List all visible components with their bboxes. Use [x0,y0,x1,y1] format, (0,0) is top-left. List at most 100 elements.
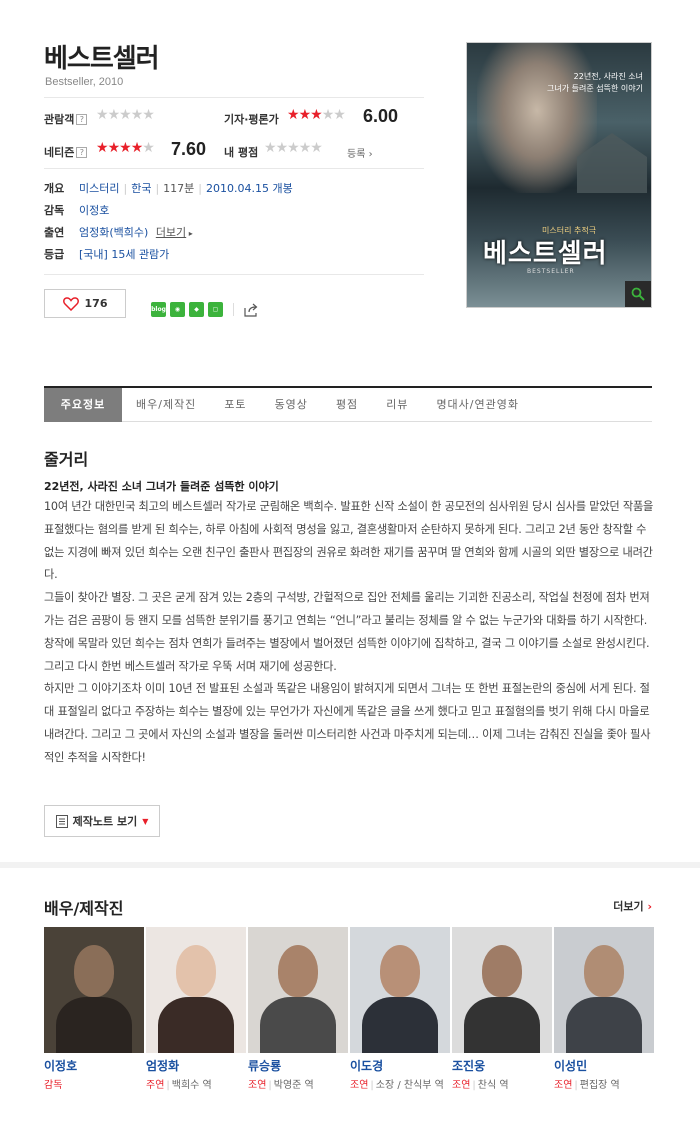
cast-photo[interactable] [248,927,348,1053]
cast-more-link[interactable]: 더보기 [156,226,186,239]
divider [233,303,234,316]
country-link[interactable]: 한국 [131,182,151,195]
tab-quotes-related[interactable]: 명대사/연관영화 [422,388,533,422]
overview-values: 미스터리 | 한국 | 117분 | 2010.04.15 개봉 [79,182,293,195]
star-icon: ★ [96,140,109,156]
kakao-story-share-icon[interactable]: ◆ [189,302,204,317]
divider [44,168,424,169]
cast-name[interactable]: 류승룡 [248,1057,281,1074]
cast-name[interactable]: 이도경 [350,1057,383,1074]
tab-cast[interactable]: 배우/제작진 [122,388,210,422]
synopsis-paragraph: 그들이 찾아간 별장. 그 곳은 굳게 잠겨 있는 2층의 구석방, 간헐적으로… [44,591,650,673]
help-icon[interactable]: ? [76,114,88,125]
star-icon: ★ [298,140,312,156]
star-icon: ★ [287,107,300,123]
cafe-share-icon[interactable]: ◉ [170,302,185,317]
cast-photo[interactable] [146,927,246,1053]
cast-photo[interactable] [44,927,144,1053]
cast-card[interactable]: 이정호 감독 [44,927,144,1091]
cast-key: 출연 [44,226,65,239]
cast-section-title: 배우/제작진 [44,899,124,918]
cast-card[interactable]: 류승룡 조연 | 박영준 역 [248,927,348,1091]
cast-values: 엄정화(백희수) 더보기 ▸ [79,226,193,239]
star-icon: ★ [142,140,155,156]
netizen-score: 7.60 [171,139,207,159]
poster-english-title: BESTSELLER [527,268,575,275]
my-rating-label: 내 평점 [224,146,259,159]
star-icon: ★ [107,140,121,156]
cast-card[interactable]: 이성민 조연 | 편집장 역 [554,927,654,1091]
blog-share-icon[interactable]: blog [151,302,166,317]
cast-link[interactable]: 엄정화(백희수) [79,226,148,239]
star-icon: ★ [96,107,109,123]
critic-stars: ★★★★★ [287,107,346,123]
star-icon: ★ [119,140,132,156]
genre-link[interactable]: 미스터리 [79,182,119,195]
audience-stars: ★★★★★ [96,107,155,123]
grade-link[interactable]: 15세 관람가 [111,248,169,261]
cast-photo[interactable] [350,927,450,1053]
movie-subtitle: Bestseller, 2010 [45,76,124,88]
movie-poster[interactable]: 22년전, 사라진 소녀 그녀가 들려준 섬뜩한 이야기 미스터리 추적극 베스트… [466,42,652,308]
runtime: 117분 [163,182,195,195]
cast-name[interactable]: 엄정화 [146,1057,179,1074]
cast-name[interactable]: 조진웅 [452,1057,485,1074]
tab-video[interactable]: 동영상 [261,388,322,422]
cast-role: 조연 | 편집장 역 [554,1080,620,1091]
star-icon: ★ [310,140,323,156]
share-bar: blog ◉ ◆ ▢ [151,302,259,317]
synopsis-paragraph: 10여 년간 대한민국 최고의 베스트셀러 작가로 군림해온 백희수. 발표한 … [44,500,654,582]
synopsis-title: 줄거리 [44,450,89,469]
help-icon[interactable]: ? [76,147,88,158]
star-icon: ★ [130,107,144,123]
star-icon: ★ [107,107,121,123]
star-icon: ★ [275,140,289,156]
divider [44,97,424,98]
cast-name[interactable]: 이성민 [554,1057,587,1074]
tab-main-info[interactable]: 주요정보 [44,388,122,422]
register-rating-link[interactable]: 등록 › [347,145,373,160]
my-rating-stars[interactable]: ★★★★★ [264,140,323,156]
critic-score: 6.00 [363,106,399,126]
zoom-button[interactable] [625,281,651,307]
caret-down-icon: ▼ [142,816,149,826]
audience-rating-label: 관람객? [44,111,88,127]
cast-name[interactable]: 이정호 [44,1057,77,1074]
grade-prefix[interactable]: [국내] [79,248,108,261]
band-share-icon[interactable]: ▢ [208,302,223,317]
tab-bar: 주요정보 배우/제작진 포토 동영상 평점 리뷰 명대사/연관영화 [44,386,652,422]
star-icon: ★ [298,107,312,123]
document-icon [55,814,68,828]
cast-card[interactable]: 조진웅 조연 | 찬식 역 [452,927,552,1091]
production-note-button[interactable]: 제작노트 보기 ▼ [44,805,160,837]
cast-photo[interactable] [452,927,552,1053]
netizen-rating-label: 네티즌? [44,144,88,160]
cast-photo[interactable] [554,927,654,1053]
synopsis-body: 10여 년간 대한민국 최고의 베스트셀러 작가로 군림해온 백희수. 발표한 … [44,496,656,770]
tab-photo[interactable]: 포토 [210,388,260,422]
grade-key: 등급 [44,248,65,261]
cast-grid: 이정호 감독 엄정화 주연 | 백희수 역 류승룡 조연 | 박영준 역 이도경 조연 |… [44,927,654,1091]
director-link[interactable]: 이정호 [79,202,109,218]
like-button[interactable]: 176 [44,289,126,318]
magnifier-icon [631,287,645,301]
netizen-stars: ★★★★★ [96,140,155,156]
cast-role: 감독 [44,1080,63,1091]
star-icon: ★ [142,107,155,123]
release-link[interactable]: 2010.04.15 개봉 [206,182,293,195]
poster-tagline: 22년전, 사라진 소녀 그녀가 들려준 섬뜩한 이야기 [547,72,643,93]
cast-card[interactable]: 이도경 조연 | 소장 / 찬식부 역 [350,927,450,1091]
overview-key: 개요 [44,182,65,195]
tab-rating[interactable]: 평점 [322,388,372,422]
cast-card[interactable]: 엄정화 주연 | 백희수 역 [146,927,246,1091]
divider [44,274,424,275]
tab-review[interactable]: 리뷰 [372,388,422,422]
share-icon[interactable] [244,303,259,317]
synopsis-headline: 22년전, 사라진 소녀 그녀가 들려준 섬뜩한 이야기 [44,480,279,493]
star-icon: ★ [264,140,277,156]
star-icon: ★ [119,107,132,123]
star-icon: ★ [310,107,323,123]
cast-role: 조연 | 소장 / 찬식부 역 [350,1080,444,1091]
cast-role: 조연 | 찬식 역 [452,1080,509,1091]
cast-more-link[interactable]: 더보기 › [613,898,652,914]
